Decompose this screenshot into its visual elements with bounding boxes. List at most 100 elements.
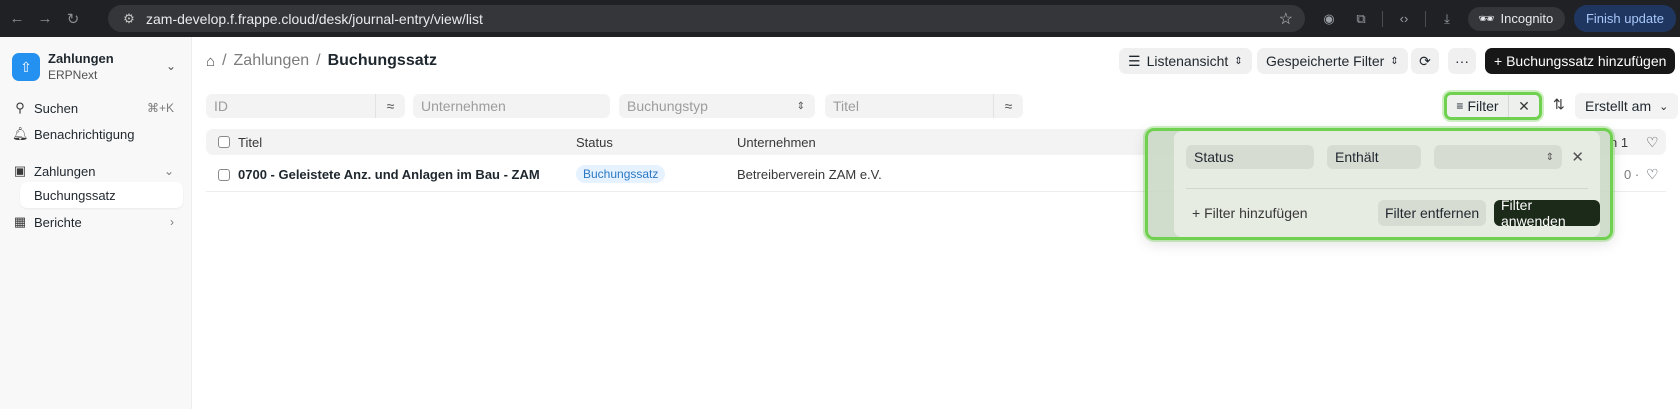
sidebar-item-notifications[interactable]: 🔔︎ Benachrichtigung [12, 121, 182, 147]
row-title[interactable]: 0700 - Geleistete Anz. und Anlagen im Ba… [238, 167, 540, 182]
incognito-icon: 🕶 [1478, 10, 1495, 26]
breadcrumb-separator: / [316, 52, 321, 69]
search-shortcut: ⌘+K [146, 101, 174, 115]
bookmark-star-icon[interactable]: ☆ [1279, 9, 1293, 29]
app-name: Zahlungen [48, 51, 114, 66]
sort-by-button[interactable]: Erstellt am ⌄ [1575, 93, 1679, 119]
more-icon: ··· [1455, 53, 1469, 69]
heart-icon[interactable]: ♡ [1646, 166, 1659, 183]
title-placeholder: Titel [833, 98, 859, 114]
clear-filters-icon[interactable]: ✕ [1509, 98, 1539, 115]
saved-filters-button[interactable]: Gespeicherte Filter ⇕ [1257, 48, 1408, 74]
incognito-label: Incognito [1500, 11, 1554, 26]
url-text: zam-develop.f.frappe.cloud/desk/journal-… [146, 10, 483, 27]
company-filter-input[interactable]: Unternehmen [413, 94, 610, 118]
updown-icon: ⇕ [1234, 55, 1243, 67]
sidebar-item-search[interactable]: ⚲ Suchen ⌘+K [12, 95, 182, 121]
toolbar-divider [1425, 10, 1426, 27]
app-switcher[interactable]: ⇧ Zahlungen ERPNext ⌄ [12, 49, 180, 85]
back-icon[interactable]: ← [6, 8, 28, 30]
breadcrumb-zahlungen[interactable]: Zahlungen [234, 52, 310, 70]
app-subtitle: ERPNext [48, 68, 98, 82]
sidebar: ⇧ Zahlungen ERPNext ⌄ ⚲ Suchen ⌘+K 🔔︎ Be… [0, 37, 192, 409]
updown-icon: ⇕ [796, 100, 805, 112]
view-switcher-label: Listenansicht [1146, 53, 1229, 69]
devtools-code-icon[interactable]: ‹› [1393, 11, 1415, 26]
popover-divider [1186, 188, 1588, 189]
filter-button-label: Filter [1467, 98, 1499, 114]
filter-condition-value: Enthält [1335, 149, 1379, 165]
add-filter-button[interactable]: + Filter hinzufügen [1192, 205, 1308, 221]
bell-icon: 🔔︎ [12, 126, 29, 141]
extension-avatar-icon[interactable]: ◉ [1318, 11, 1340, 27]
forward-icon[interactable]: → [34, 8, 56, 30]
chevron-down-icon: ⌄ [165, 59, 176, 73]
sidebar-item-label: Buchungssatz [34, 187, 116, 203]
sidebar-item-label: Suchen [34, 100, 79, 116]
refresh-button[interactable]: ⟳ [1411, 48, 1439, 74]
filter-button[interactable]: ≡ Filter [1447, 95, 1509, 117]
like-toggle-icon[interactable]: ≈ [375, 94, 405, 118]
filter-condition-select[interactable]: Enthält [1327, 145, 1421, 169]
filter-field-select[interactable]: Status [1186, 145, 1314, 169]
saved-filters-label: Gespeicherte Filter [1266, 53, 1385, 69]
sidebar-item-label: Berichte [34, 214, 82, 230]
address-bar[interactable]: ⚙ zam-develop.f.frappe.cloud/desk/journa… [108, 5, 1305, 32]
site-settings-icon[interactable]: ⚙ [116, 11, 142, 27]
page-title: Buchungssatz [327, 52, 437, 69]
sidebar-item-label: Benachrichtigung [34, 126, 135, 142]
toolbar-divider [1382, 10, 1383, 27]
like-toggle-icon[interactable]: ≈ [993, 94, 1023, 118]
entry-type-select[interactable]: Buchungstyp ⇕ [619, 94, 815, 118]
filter-value-select[interactable]: ⇕ [1434, 145, 1562, 169]
row-comment-count: 0 · [1624, 167, 1640, 182]
updown-icon: ⇕ [1390, 55, 1399, 67]
sidebar-item-buchungssatz[interactable]: Buchungssatz [20, 182, 183, 208]
id-filter-input[interactable]: ID ≈ [206, 94, 405, 118]
table-icon: ▦ [13, 214, 27, 229]
remove-filter-row-icon[interactable]: ✕ [1571, 148, 1584, 166]
column-title: Titel [238, 135, 263, 150]
remove-filters-button[interactable]: Filter entfernen [1378, 200, 1487, 226]
reload-icon[interactable]: ↻ [62, 8, 84, 30]
filter-popover-body: Status Enthält ⇕ ✕ + Filter hinzufügen F… [1174, 131, 1600, 237]
select-all-checkbox[interactable] [218, 136, 230, 148]
incognito-indicator[interactable]: 🕶 Incognito [1468, 6, 1566, 31]
chevron-down-icon: ⌄ [1659, 100, 1669, 113]
app-logo-icon: ⇧ [12, 53, 40, 81]
search-icon: ⚲ [15, 100, 25, 115]
sidebar-item-berichte[interactable]: ▦ Berichte › [12, 209, 182, 235]
sort-direction-icon[interactable]: ⇅ [1553, 96, 1565, 113]
extensions-icon[interactable]: ⧉ [1350, 11, 1372, 27]
sort-by-label: Erstellt am [1585, 98, 1652, 114]
refresh-icon: ⟳ [1419, 52, 1431, 69]
add-buchungssatz-button[interactable]: + Buchungssatz hinzufügen [1485, 48, 1676, 74]
home-icon[interactable]: ⌂ [206, 53, 215, 70]
entry-type-placeholder: Buchungstyp [627, 98, 708, 114]
list-icon: ☰ [1128, 52, 1141, 69]
chevron-down-icon: ⌄ [163, 164, 174, 178]
finish-update-button[interactable]: Finish update [1573, 5, 1676, 32]
sidebar-item-label: Zahlungen [34, 163, 96, 179]
column-status: Status [576, 135, 613, 150]
column-company: Unternehmen [737, 135, 816, 150]
chevron-right-icon: › [170, 215, 174, 229]
sidebar-item-zahlungen[interactable]: ▣ Zahlungen ⌄ [12, 158, 182, 184]
view-switcher-button[interactable]: ☰ Listenansicht ⇕ [1119, 48, 1252, 74]
row-checkbox[interactable] [218, 169, 230, 181]
status-badge: Buchungssatz [576, 165, 666, 183]
filter-field-value: Status [1194, 149, 1234, 165]
apply-filters-button[interactable]: Filter anwenden [1494, 197, 1600, 229]
title-filter-input[interactable]: Titel ≈ [825, 94, 1023, 118]
breadcrumb-separator: / [222, 52, 227, 69]
heart-icon[interactable]: ♡ [1646, 134, 1659, 151]
filter-button-group: ≡ Filter ✕ [1444, 92, 1542, 120]
row-company: Betreiberverein ZAM e.V. [737, 167, 882, 182]
breadcrumb: ⌂ / Zahlungen / Buchungssatz [206, 50, 437, 72]
browser-toolbar: ← → ↻ ⚙ zam-develop.f.frappe.cloud/desk/… [0, 0, 1680, 37]
company-placeholder: Unternehmen [421, 98, 506, 114]
filter-lines-icon: ≡ [1456, 99, 1464, 113]
download-icon[interactable]: ⤓ [1436, 11, 1458, 27]
id-placeholder: ID [214, 98, 228, 114]
more-button[interactable]: ··· [1448, 48, 1476, 74]
